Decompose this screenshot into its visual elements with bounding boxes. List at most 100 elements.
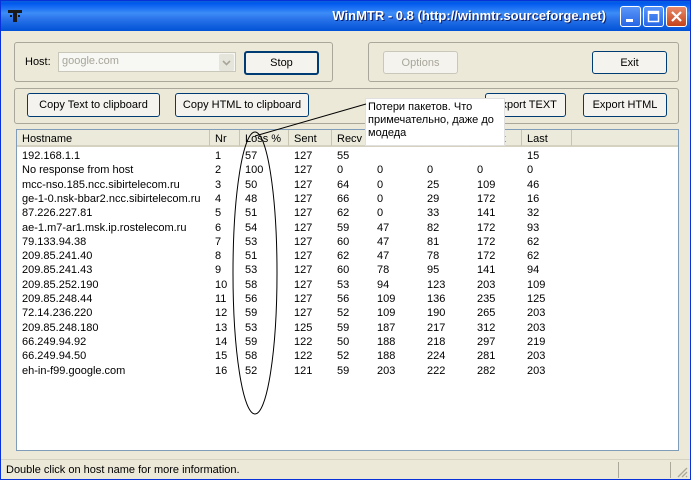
table-cell-hostname[interactable]: 209.85.241.43 [22, 263, 92, 277]
table-cell-last: 62 [527, 250, 540, 263]
table-cell-nr: 2 [215, 164, 222, 177]
table-cell-worst: 281 [477, 350, 496, 363]
table-row[interactable]: 72.14.236.220 12 59 127 52 109 190 265 203 [17, 306, 678, 320]
table-cell-hostname[interactable]: 87.226.227.81 [22, 206, 92, 220]
table-cell-nr: 13 [215, 321, 228, 334]
table-cell-loss: 58 [245, 278, 258, 291]
table-cell-hostname[interactable]: 209.85.248.180 [22, 321, 98, 335]
table-cell-best: 188 [377, 335, 396, 348]
maximize-button[interactable] [643, 6, 664, 27]
stop-button[interactable]: Stop [244, 51, 319, 75]
table-cell-worst: 282 [477, 364, 496, 377]
table-cell-sent: 122 [294, 335, 313, 348]
table-cell-sent: 127 [294, 207, 313, 220]
exit-button[interactable]: Exit [592, 51, 667, 74]
table-cell-recv: 62 [337, 207, 350, 220]
table-row[interactable]: 209.85.241.43 9 53 127 60 78 95 141 94 [17, 263, 678, 277]
table-cell-hostname[interactable]: 209.85.252.190 [22, 278, 98, 292]
table-cell-avrg: 136 [427, 293, 446, 305]
table-cell-hostname[interactable]: ae-1.m7-ar1.msk.ip.rostelecom.ru [22, 221, 186, 235]
host-combobox[interactable]: google.com [58, 52, 236, 72]
table-row[interactable]: ge-1-0.nsk-bbar2.ncc.sibirtelecom.ru 4 48 1… [17, 192, 678, 206]
status-bar: Double click on host name for more infor… [1, 459, 690, 479]
table-cell-hostname[interactable]: 66.249.94.50 [22, 349, 86, 363]
column-header-nr[interactable]: Nr [210, 130, 240, 147]
table-row[interactable]: eh-in-f99.google.com 16 52 121 59 203 222 282 20… [17, 364, 678, 378]
export-html-button[interactable]: Export HTML [583, 93, 667, 117]
table-cell-nr: 7 [215, 235, 222, 248]
table-cell-loss: 50 [245, 178, 258, 191]
table-cell-loss: 59 [245, 307, 258, 320]
table-cell-sent: 122 [294, 350, 313, 363]
table-cell-loss: 58 [245, 350, 258, 363]
table-cell-sent: 121 [294, 364, 313, 377]
table-cell-avrg: 123 [427, 278, 446, 291]
table-cell-best: 47 [377, 250, 390, 263]
table-cell-worst: 235 [477, 293, 496, 305]
table-cell-hostname[interactable]: No response from host [22, 163, 133, 177]
table-cell-hostname[interactable]: eh-in-f99.google.com [22, 364, 125, 378]
table-cell-avrg: 82 [427, 221, 440, 234]
column-header-sent[interactable]: Sent [289, 130, 332, 147]
table-row[interactable]: 209.85.241.40 8 51 127 62 47 78 172 62 [17, 249, 678, 263]
table-cell-worst: 203 [477, 278, 496, 291]
winmtr-app-icon [8, 10, 22, 22]
table-cell-hostname[interactable]: 209.85.248.44 [22, 292, 92, 306]
title-bar[interactable]: WinMTR - 0.8 (http://winmtr.sourceforge.… [1, 1, 690, 31]
table-cell-nr: 8 [215, 250, 222, 263]
table-cell-best: 47 [377, 221, 390, 234]
minimize-button[interactable] [620, 6, 641, 27]
copy-text-button[interactable]: Copy Text to clipboard [27, 93, 160, 117]
table-row[interactable]: 209.85.252.190 10 58 127 53 94 123 203 109 [17, 278, 678, 292]
table-cell-loss: 51 [245, 250, 258, 263]
column-header-last[interactable]: Last [522, 130, 572, 147]
table-cell-last: 93 [527, 221, 540, 234]
table-row[interactable]: 66.249.94.92 14 59 122 50 188 218 297 219 [17, 335, 678, 349]
table-cell-worst: 265 [477, 307, 496, 320]
window-title: WinMTR - 0.8 (http://winmtr.sourceforge.… [332, 8, 606, 23]
table-cell-hostname[interactable]: 79.133.94.38 [22, 235, 86, 249]
table-row[interactable]: ae-1.m7-ar1.msk.ip.rostelecom.ru 6 54 127 59… [17, 221, 678, 235]
table-row[interactable]: 209.85.248.44 11 56 127 56 109 136 235 125 [17, 292, 678, 306]
table-cell-best: 0 [377, 178, 384, 191]
table-row[interactable]: 209.85.248.180 13 53 125 59 187 217 312 203 [17, 321, 678, 335]
table-cell-worst: 312 [477, 321, 496, 334]
copy-html-button[interactable]: Copy HTML to clipboard [175, 93, 309, 117]
table-cell-recv: 50 [337, 335, 350, 348]
table-cell-last: 94 [527, 264, 540, 277]
options-button[interactable]: Options [383, 51, 458, 74]
resize-grip-icon[interactable] [676, 466, 688, 478]
table-cell-best: 109 [377, 307, 396, 320]
table-row[interactable]: No response from host 2 100 127 0 0 0 0 0 [17, 163, 678, 177]
table-cell-last: 15 [527, 150, 540, 162]
table-cell-hostname[interactable]: 66.249.94.92 [22, 335, 86, 349]
table-cell-worst: 0 [477, 164, 484, 177]
table-cell-hostname[interactable]: mcc-nso.185.ncc.sibirtelecom.ru [22, 178, 180, 192]
table-cell-hostname[interactable]: 209.85.241.40 [22, 249, 92, 263]
status-text: Double click on host name for more infor… [6, 464, 240, 476]
table-cell-hostname[interactable]: 72.14.236.220 [22, 306, 92, 320]
table-cell-recv: 66 [337, 192, 350, 205]
table-cell-nr: 5 [215, 207, 222, 220]
table-cell-loss: 59 [245, 335, 258, 348]
winmtr-window: WinMTR - 0.8 (http://winmtr.sourceforge.… [0, 0, 691, 480]
table-row[interactable]: 79.133.94.38 7 53 127 60 47 81 172 62 [17, 235, 678, 249]
table-cell-last: 203 [527, 350, 546, 363]
combobox-dropdown-button[interactable] [219, 54, 234, 71]
close-button[interactable] [666, 6, 687, 27]
table-cell-last: 219 [527, 335, 546, 348]
column-header-loss[interactable]: Loss % [240, 130, 289, 147]
table-row[interactable]: mcc-nso.185.ncc.sibirtelecom.ru 3 50 127 64 0… [17, 178, 678, 192]
table-cell-avrg: 222 [427, 364, 446, 377]
table-cell-last: 203 [527, 364, 546, 377]
results-table[interactable]: HostnameNrLoss %SentRecvBestAvrgWorstLas… [16, 129, 679, 451]
table-cell-worst: 172 [477, 192, 496, 205]
table-row[interactable]: 87.226.227.81 5 51 127 62 0 33 141 32 [17, 206, 678, 220]
table-cell-recv: 62 [337, 250, 350, 263]
table-cell-hostname[interactable]: 192.168.1.1 [22, 149, 80, 163]
table-row[interactable]: 66.249.94.50 15 58 122 52 188 224 281 203 [17, 349, 678, 363]
column-header-hostname[interactable]: Hostname [17, 130, 210, 147]
table-row[interactable]: 192.168.1.1 1 57 127 55 15 [17, 149, 678, 163]
table-cell-worst: 109 [477, 178, 496, 191]
table-cell-hostname[interactable]: ge-1-0.nsk-bbar2.ncc.sibirtelecom.ru [22, 192, 201, 206]
